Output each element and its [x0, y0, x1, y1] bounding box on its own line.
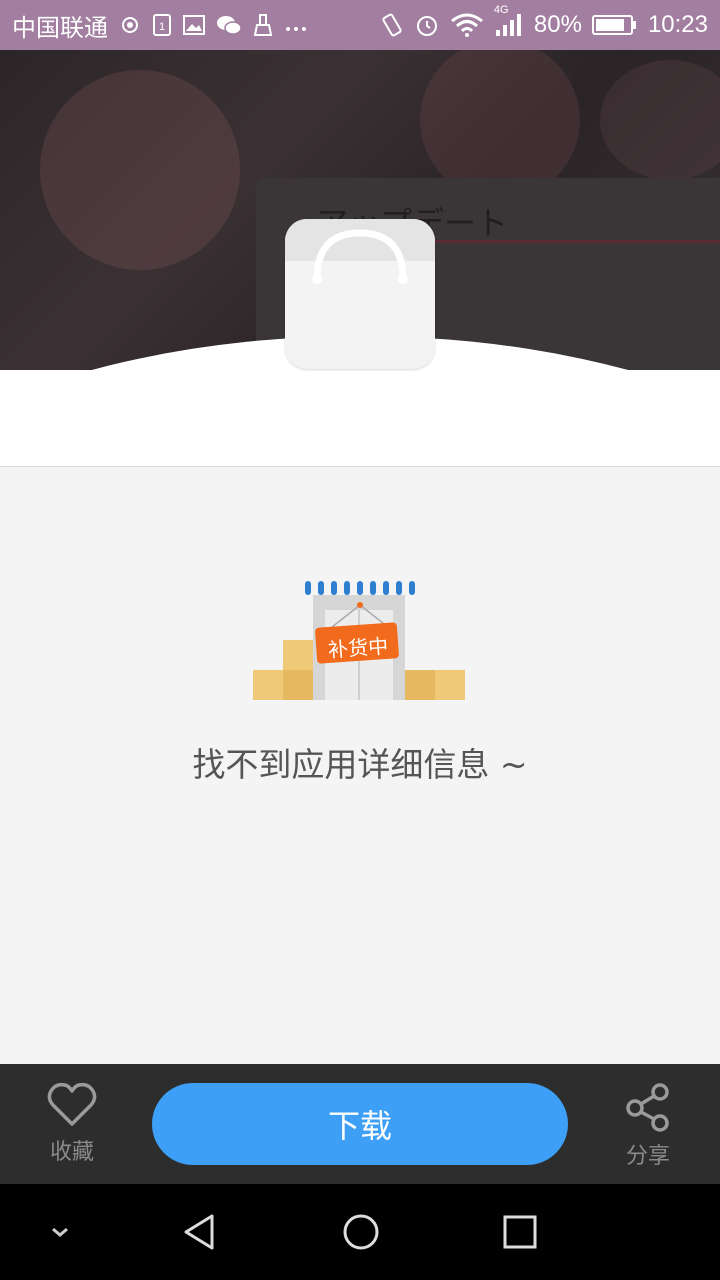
- more-icon: [284, 13, 308, 37]
- heart-icon: [47, 1082, 97, 1126]
- clean-icon: [252, 13, 274, 37]
- header-white-area: [0, 370, 720, 466]
- share-icon: [626, 1083, 669, 1132]
- svg-text:1: 1: [159, 21, 165, 33]
- carrier-label: 中国联通: [12, 14, 108, 42]
- collapse-icon[interactable]: [30, 1204, 90, 1260]
- share-button[interactable]: 分享: [593, 1082, 703, 1170]
- banner-decoration: [40, 70, 240, 270]
- app-icon: [285, 219, 435, 369]
- battery-icon: [591, 13, 638, 37]
- hotspot-icon: [118, 13, 142, 37]
- wechat-icon: [216, 13, 242, 37]
- home-icon[interactable]: [331, 1204, 391, 1260]
- image-icon: [182, 13, 206, 37]
- clock: 10:23: [647, 11, 708, 38]
- share-label: 分享: [625, 1144, 670, 1169]
- shopping-bag-icon: [312, 229, 408, 284]
- alarm-icon: [414, 12, 440, 38]
- vibrate-icon: [380, 12, 404, 38]
- wifi-icon: [450, 12, 484, 38]
- network-type-label: 4G: [493, 4, 509, 16]
- download-button[interactable]: 下载: [152, 1083, 568, 1165]
- section-divider: [0, 466, 720, 467]
- empty-state-message: 找不到应用详细信息 ~: [192, 745, 528, 784]
- favorite-button[interactable]: 收藏: [17, 1082, 127, 1166]
- status-bar: 中国联通 1 4G 80% 10:23: [0, 0, 720, 50]
- recents-icon[interactable]: [490, 1204, 550, 1260]
- signal-icon: 4G: [494, 4, 524, 38]
- store-restocking-icon: 补货中: [250, 575, 470, 705]
- restocking-sign-text: 补货中: [327, 633, 389, 663]
- battery-percent: 80%: [533, 11, 582, 38]
- favorite-label: 收藏: [49, 1140, 94, 1165]
- system-nav-bar: [0, 1184, 720, 1280]
- back-icon[interactable]: [170, 1204, 230, 1260]
- sim-icon: 1: [152, 13, 172, 37]
- action-bar: 收藏 下载 分享: [0, 1064, 720, 1184]
- banner-decoration: [600, 60, 720, 180]
